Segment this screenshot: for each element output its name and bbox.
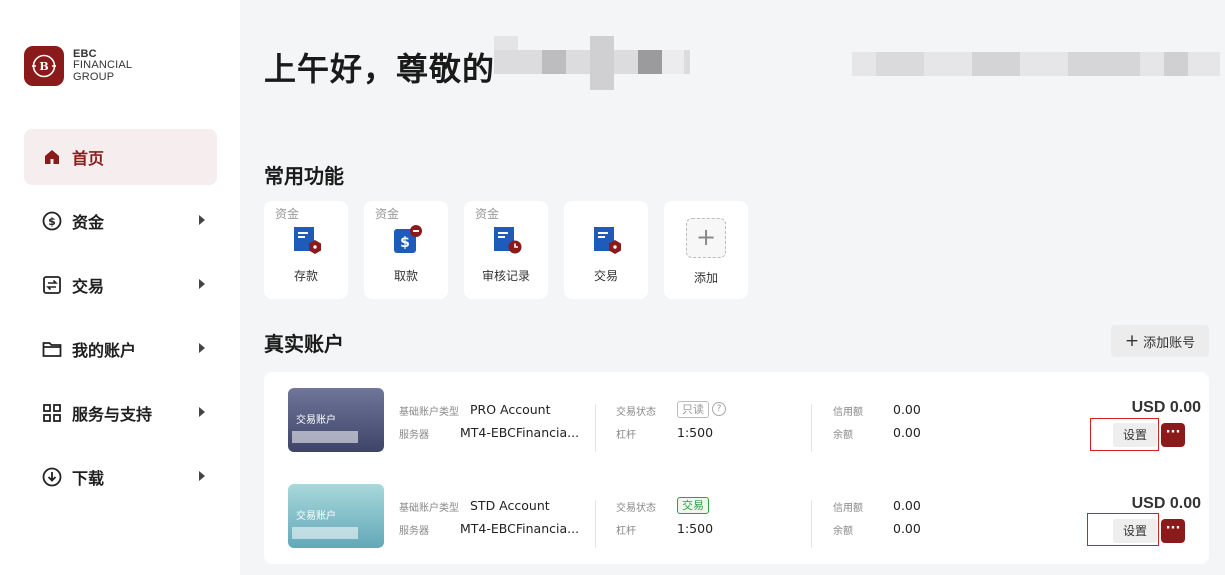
chevron-right-icon <box>199 215 205 225</box>
sidebar-item-label: 交易 <box>72 277 105 296</box>
greeting-title: 上午好，尊敬的 <box>264 50 496 88</box>
add-account-label: 添加账号 <box>1143 335 1196 351</box>
leverage-value: 1:500 <box>677 521 714 536</box>
account-thumbnail[interactable]: 交易账户 <box>288 484 384 548</box>
add-account-button[interactable]: + 添加账号 <box>1111 325 1209 357</box>
balance-value: 0.00 <box>893 425 921 440</box>
status-badge: 交易 <box>677 497 709 514</box>
real-accounts-title: 真实账户 <box>264 332 344 356</box>
account-type-value: PRO Account <box>470 402 551 417</box>
leverage-label: 杠杆 <box>616 430 636 441</box>
trade-icon <box>592 225 621 255</box>
sidebar-item-my-accounts[interactable]: 我的账户 <box>24 321 217 377</box>
settings-button[interactable]: 设置 <box>1113 423 1157 447</box>
card-label: 添加 <box>693 271 718 285</box>
exchange-icon <box>42 275 62 295</box>
divider <box>811 500 812 548</box>
quick-add-card[interactable]: + 添加 <box>664 201 748 299</box>
home-icon <box>42 147 62 167</box>
more-options-button[interactable]: ··· <box>1161 519 1185 543</box>
credit-label: 信用额 <box>833 503 863 514</box>
leverage-value: 1:500 <box>677 425 714 440</box>
chevron-right-icon <box>199 471 205 481</box>
ebc-logo-icon: B <box>24 46 64 86</box>
sidebar-item-label: 资金 <box>72 213 105 232</box>
chevron-right-icon <box>199 343 205 353</box>
account-type-label: 基础账户类型 <box>399 503 459 514</box>
card-label: 交易 <box>593 269 618 283</box>
balance-label: 余额 <box>833 526 853 537</box>
account-type-label: 基础账户类型 <box>399 407 459 418</box>
account-amount: USD 0.00 <box>1131 399 1201 416</box>
sidebar-item-label: 下载 <box>72 469 105 488</box>
sidebar-item-funds[interactable]: $ 资金 <box>24 193 217 249</box>
deposit-icon <box>292 225 321 255</box>
sidebar-item-label: 服务与支持 <box>72 405 153 424</box>
leverage-label: 杠杆 <box>616 526 636 537</box>
sidebar-item-home[interactable]: 首页 <box>24 129 217 185</box>
balance-label: 余额 <box>833 430 853 441</box>
help-icon[interactable]: ? <box>712 402 726 416</box>
sidebar-item-service-support[interactable]: 服务与支持 <box>24 385 217 441</box>
quick-functions-title: 常用功能 <box>264 164 344 188</box>
sidebar: B EBC FINANCIAL GROUP 首页 $ 资金 交易 我的账户 服务… <box>0 0 240 575</box>
quick-deposit-card[interactable]: 资金 存款 <box>264 201 348 299</box>
more-options-button[interactable]: ··· <box>1161 423 1185 447</box>
server-value: MT4-EBCFinancia... <box>460 425 580 440</box>
quick-trade-card[interactable]: 交易 <box>564 201 648 299</box>
sidebar-nav: 首页 $ 资金 交易 我的账户 服务与支持 下载 <box>24 129 217 513</box>
quick-withdraw-card[interactable]: 资金 $ 取款 <box>364 201 448 299</box>
sidebar-item-label: 首页 <box>72 149 105 168</box>
thumb-label: 交易账户 <box>296 415 336 426</box>
withdraw-icon: $ <box>392 225 422 255</box>
download-icon <box>42 467 62 487</box>
card-label: 取款 <box>393 269 418 283</box>
brand-logo[interactable]: B EBC FINANCIAL GROUP <box>24 46 132 86</box>
divider <box>811 404 812 452</box>
card-label: 存款 <box>293 269 318 283</box>
svg-text:B: B <box>39 60 48 73</box>
plus-icon: + <box>1124 330 1140 351</box>
server-label: 服务器 <box>399 430 429 441</box>
quick-audit-record-card[interactable]: 资金 审核记录 <box>464 201 548 299</box>
settings-button[interactable]: 设置 <box>1113 519 1157 543</box>
dollar-circle-icon: $ <box>42 211 62 231</box>
credit-label: 信用额 <box>833 407 863 418</box>
svg-text:$: $ <box>48 215 56 228</box>
chevron-right-icon <box>199 279 205 289</box>
plus-icon: + <box>686 218 726 258</box>
card-tag: 资金 <box>275 207 300 221</box>
credit-value: 0.00 <box>893 498 921 513</box>
grid-icon <box>42 403 62 423</box>
status-badge: 只读 <box>677 401 709 418</box>
svg-text:$: $ <box>400 235 410 251</box>
balance-value: 0.00 <box>893 521 921 536</box>
divider <box>595 500 596 548</box>
account-type-value: STD Account <box>470 498 550 513</box>
account-amount: USD 0.00 <box>1131 495 1201 512</box>
sidebar-item-download[interactable]: 下载 <box>24 449 217 505</box>
credit-value: 0.00 <box>893 402 921 417</box>
audit-record-icon <box>492 225 522 255</box>
thumb-label: 交易账户 <box>296 511 336 522</box>
server-label: 服务器 <box>399 526 429 537</box>
brand-line3: GROUP <box>73 70 115 83</box>
folder-icon <box>42 339 62 359</box>
redacted-account-number <box>292 527 358 539</box>
chevron-right-icon <box>199 407 205 417</box>
divider <box>595 404 596 452</box>
card-tag: 资金 <box>375 207 400 221</box>
account-thumbnail[interactable]: 交易账户 <box>288 388 384 452</box>
server-value: MT4-EBCFinancia... <box>460 521 580 536</box>
card-tag: 资金 <box>475 207 500 221</box>
trade-status-label: 交易状态 <box>616 407 656 418</box>
brand-text: EBC FINANCIAL GROUP <box>73 48 132 84</box>
sidebar-item-trade[interactable]: 交易 <box>24 257 217 313</box>
card-label: 审核记录 <box>481 269 530 283</box>
sidebar-item-label: 我的账户 <box>72 341 137 360</box>
trade-status-label: 交易状态 <box>616 503 656 514</box>
redacted-account-number <box>292 431 358 443</box>
